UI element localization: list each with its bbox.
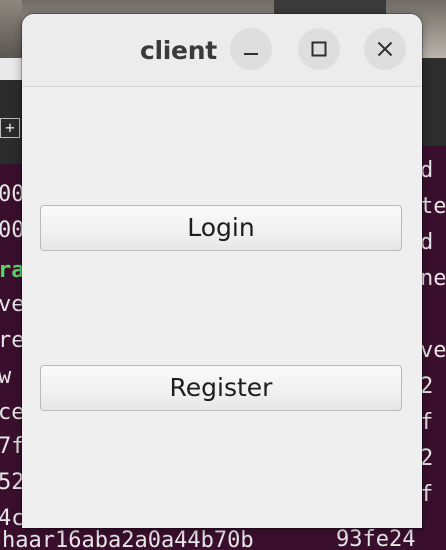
terminal-header-band <box>420 58 446 146</box>
terminal-text: re <box>0 328 24 353</box>
client-window: client Login Register <box>22 14 422 528</box>
terminal-text: 00 <box>0 182 24 207</box>
minimize-button[interactable] <box>230 28 272 70</box>
terminal-text: w <box>0 364 12 389</box>
terminal-new-tab-button[interactable]: + <box>0 118 20 138</box>
window-title: client <box>140 36 217 65</box>
terminal-text: 00 <box>0 218 24 243</box>
terminal-text: ve <box>0 292 24 317</box>
register-button[interactable]: Register <box>40 365 402 411</box>
terminal-text: 7f <box>0 434 24 459</box>
background-terminal-right: d te d ne ve 2 f 2 f <box>420 58 446 550</box>
desktop-left-stripe <box>0 0 22 58</box>
login-button[interactable]: Login <box>40 205 402 251</box>
terminal-text: haar16aba2a0a44b70b <box>2 528 254 550</box>
terminal-header <box>0 58 24 80</box>
window-content: Login Register <box>22 87 422 528</box>
window-titlebar[interactable]: client <box>22 14 422 87</box>
terminal-text: ra <box>0 258 24 283</box>
maximize-button[interactable] <box>298 28 340 70</box>
terminal-text: ce <box>0 400 24 425</box>
close-button[interactable] <box>364 28 406 70</box>
terminal-text: ne <box>420 266 446 291</box>
background-terminal-left: + 00 00 ra ve re w ce 7f 52 4c <box>0 58 24 550</box>
background-terminal-bottom: haar16aba2a0a44b70b 93fe24 <box>0 528 446 550</box>
terminal-text: 4c <box>0 506 24 531</box>
terminal-text: ve <box>420 338 446 363</box>
terminal-text: 52 <box>0 470 24 495</box>
terminal-text: 93fe24 <box>336 528 416 550</box>
terminal-text: te <box>420 194 446 219</box>
